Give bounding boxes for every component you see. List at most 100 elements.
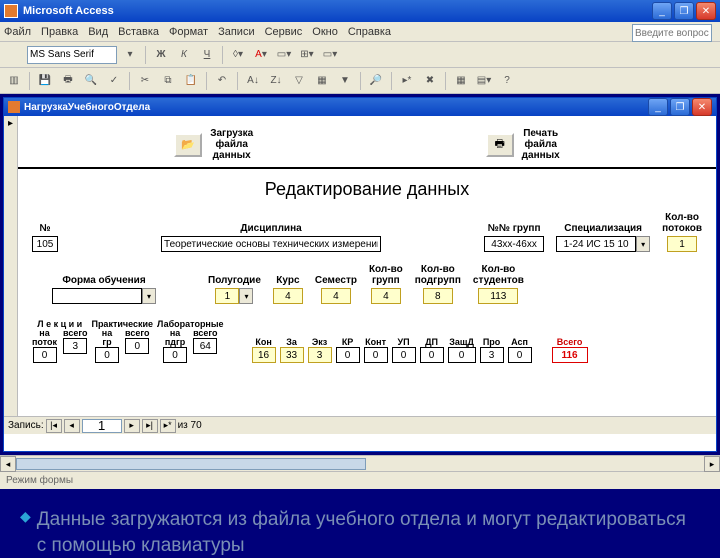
font-color-button[interactable]: A▾ [251, 45, 271, 65]
field-ngrp[interactable] [371, 288, 401, 304]
field-lab-total[interactable] [193, 338, 217, 354]
menu-вставка[interactable]: Вставка [118, 26, 159, 38]
undo-button[interactable]: ↶ [212, 71, 232, 91]
field-npodgr[interactable] [423, 288, 453, 304]
menu-сервис[interactable]: Сервис [265, 26, 303, 38]
nav-prev-button[interactable]: ◂ [64, 419, 80, 433]
horizontal-scrollbar[interactable]: ◂ ▸ [0, 455, 720, 471]
print-button[interactable]: 🖶 [58, 71, 78, 91]
font-size-combo[interactable]: ▾ [120, 45, 140, 65]
field-streams[interactable] [667, 236, 697, 252]
record-selector[interactable]: ▸ [4, 116, 18, 416]
sort-desc-button[interactable]: Z↓ [266, 71, 286, 91]
field-lab-pdgr[interactable] [163, 347, 187, 363]
close-button[interactable]: ✕ [696, 2, 716, 20]
field-sem[interactable] [321, 288, 351, 304]
filter-form-button[interactable]: ▦ [312, 71, 332, 91]
field-kon[interactable] [252, 347, 276, 363]
nav-total-records: из 70 [178, 420, 202, 431]
access-icon [4, 4, 18, 18]
printer-icon: 🖶 [494, 135, 504, 154]
fill-color-button[interactable]: ◊▾ [228, 45, 248, 65]
menu-файл[interactable]: Файл [4, 26, 31, 38]
nav-next-button[interactable]: ▸ [124, 419, 140, 433]
load-data-button[interactable]: 📂 Загрузка файла данных [174, 128, 253, 161]
new-record-button[interactable]: ▸* [397, 71, 417, 91]
filter-selection-button[interactable]: ▽ [289, 71, 309, 91]
label-nstud: Кол-во студентов [473, 264, 524, 286]
copy-button[interactable]: ⧉ [158, 71, 178, 91]
apply-filter-button[interactable]: ▼ [335, 71, 355, 91]
preview-button[interactable]: 🔍 [81, 71, 101, 91]
field-lec-total[interactable] [63, 338, 87, 354]
new-object-button[interactable]: ▤▾ [474, 71, 494, 91]
menu-правка[interactable]: Правка [41, 26, 78, 38]
scroll-left-button[interactable]: ◂ [0, 456, 16, 472]
border-button[interactable]: ⊞▾ [297, 45, 317, 65]
subform-close-button[interactable]: ✕ [692, 98, 712, 116]
field-form[interactable]: ▾ [52, 288, 156, 304]
field-half[interactable]: ▾ [215, 288, 253, 304]
sort-asc-button[interactable]: A↓ [243, 71, 263, 91]
menu-вид[interactable]: Вид [88, 26, 108, 38]
menu-формат[interactable]: Формат [169, 26, 208, 38]
minimize-button[interactable]: _ [652, 2, 672, 20]
nav-first-button[interactable]: |◂ [46, 419, 62, 433]
field-pr-total[interactable] [125, 338, 149, 354]
field-ekz[interactable] [308, 347, 332, 363]
paste-button[interactable]: 📋 [181, 71, 201, 91]
spell-button[interactable]: ✓ [104, 71, 124, 91]
field-course[interactable] [273, 288, 303, 304]
maximize-button[interactable]: ❐ [674, 2, 694, 20]
special-effects-button[interactable]: ▭▾ [320, 45, 340, 65]
field-groups[interactable] [484, 236, 544, 252]
font-name-combo[interactable] [27, 46, 117, 64]
field-nstud[interactable] [478, 288, 518, 304]
save-button[interactable]: 💾 [35, 71, 55, 91]
view-button[interactable]: ▥ [4, 71, 24, 91]
blank-btn[interactable] [4, 45, 24, 65]
label-ngrp: Кол-во групп [369, 264, 403, 286]
menu-записи[interactable]: Записи [218, 26, 255, 38]
subform-minimize-button[interactable]: _ [648, 98, 668, 116]
app-title: Microsoft Access [23, 5, 652, 17]
bullet-icon: ◆ [20, 507, 31, 558]
nav-current-record[interactable] [82, 419, 122, 433]
label-streams: Кол-во потоков [662, 212, 702, 234]
line-color-button[interactable]: ▭▾ [274, 45, 294, 65]
cut-button[interactable]: ✂ [135, 71, 155, 91]
find-button[interactable]: 🔎 [366, 71, 386, 91]
field-zashd[interactable] [448, 347, 476, 363]
subform-maximize-button[interactable]: ❐ [670, 98, 690, 116]
formatting-toolbar: ▾ Ж К Ч ◊▾ A▾ ▭▾ ⊞▾ ▭▾ [0, 42, 720, 68]
nav-new-button[interactable]: ▸* [160, 419, 176, 433]
field-konr[interactable] [364, 347, 388, 363]
field-lec-stream[interactable] [33, 347, 57, 363]
field-total[interactable] [552, 347, 588, 363]
nav-last-button[interactable]: ▸| [142, 419, 158, 433]
field-no[interactable] [32, 236, 58, 252]
field-za[interactable] [280, 347, 304, 363]
menu-окно[interactable]: Окно [312, 26, 338, 38]
db-window-button[interactable]: ▦ [451, 71, 471, 91]
print-data-button[interactable]: 🖶 Печать файла данных [486, 128, 560, 161]
bold-button[interactable]: Ж [151, 45, 171, 65]
label-discipline: Дисциплина [240, 223, 301, 234]
underline-button[interactable]: Ч [197, 45, 217, 65]
subform-title: НагрузкаУчебногоОтдела [24, 102, 648, 113]
scroll-thumb[interactable] [16, 458, 366, 470]
delete-record-button[interactable]: ✖ [420, 71, 440, 91]
field-pro[interactable] [480, 347, 504, 363]
field-up[interactable] [392, 347, 416, 363]
help-button[interactable]: ? [497, 71, 517, 91]
field-asp[interactable] [508, 347, 532, 363]
field-pr-grp[interactable] [95, 347, 119, 363]
field-dp[interactable] [420, 347, 444, 363]
help-search-input[interactable] [632, 24, 712, 42]
field-spec[interactable]: ▾ [556, 236, 650, 252]
field-discipline[interactable] [161, 236, 381, 252]
italic-button[interactable]: К [174, 45, 194, 65]
menu-справка[interactable]: Справка [348, 26, 391, 38]
field-kr[interactable] [336, 347, 360, 363]
scroll-right-button[interactable]: ▸ [704, 456, 720, 472]
